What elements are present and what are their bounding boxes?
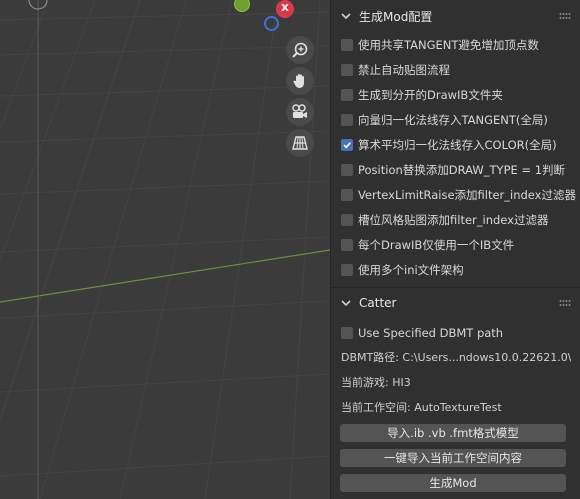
checkbox[interactable]: [341, 214, 353, 226]
grid-view-icon: [292, 136, 308, 150]
option-multi-ini[interactable]: 使用多个ini文件架构: [341, 260, 464, 280]
chevron-down-icon: [341, 13, 351, 20]
chevron-down-icon: [341, 300, 351, 307]
checkmark-icon: [343, 142, 351, 149]
option-normal-to-tangent[interactable]: 向量归一化法线存入TANGENT(全局): [341, 110, 548, 130]
hand-icon: [293, 74, 304, 88]
checkbox[interactable]: [341, 114, 353, 126]
option-normal-to-color[interactable]: 算术平均归一化法线存入COLOR(全局): [341, 135, 557, 155]
option-label: 槽位风格贴图添加filter_index过滤器: [358, 213, 549, 227]
checkbox[interactable]: [341, 239, 353, 251]
option-label: 算术平均归一化法线存入COLOR(全局): [358, 138, 557, 152]
option-label: 生成到分开的DrawIB文件夹: [358, 88, 503, 102]
perspective-toggle-button[interactable]: [286, 129, 314, 157]
option-label: 使用多个ini文件架构: [358, 263, 464, 277]
checkbox[interactable]: [341, 39, 353, 51]
panel-title: Catter: [359, 296, 397, 310]
zoom-icon: [292, 42, 308, 58]
panel-header-catter[interactable]: Catter: [331, 290, 580, 316]
checkbox[interactable]: [341, 164, 353, 176]
checkbox[interactable]: [341, 64, 353, 76]
y-axis-line: [0, 249, 331, 303]
option-separate-drawib-folder[interactable]: 生成到分开的DrawIB文件夹: [341, 85, 503, 105]
option-use-specified-dbmt-path[interactable]: Use Specified DBMT path: [341, 323, 503, 343]
option-label: VertexLimitRaise添加filter_index过滤器: [358, 188, 576, 202]
option-label: 每个DrawIB仅使用一个IB文件: [358, 238, 515, 252]
sidebar-panel: 生成Mod配置 使用共享TANGENT避免增加顶点数 禁止自动贴图流程 生成到分…: [330, 0, 580, 499]
option-slot-texture-filter[interactable]: 槽位风格贴图添加filter_index过滤器: [341, 210, 548, 230]
zoom-button[interactable]: [286, 36, 314, 64]
camera-icon: [292, 104, 307, 118]
option-position-draw-type[interactable]: Position替换添加DRAW_TYPE = 1判断: [341, 160, 565, 180]
option-disable-auto-texture[interactable]: 禁止自动贴图流程: [341, 60, 450, 80]
option-label: Position替换添加DRAW_TYPE = 1判断: [358, 163, 566, 177]
generate-mod-button[interactable]: 生成Mod: [340, 474, 566, 492]
import-model-button[interactable]: 导入.ib .vb .fmt格式模型: [340, 424, 566, 442]
current-game-text: 当前游戏: HI3: [341, 376, 411, 389]
option-single-ib-file[interactable]: 每个DrawIB仅使用一个IB文件: [341, 235, 514, 255]
camera-view-button[interactable]: [286, 98, 314, 126]
checkbox[interactable]: [341, 89, 353, 101]
panel-header-mod-config[interactable]: 生成Mod配置: [331, 3, 580, 29]
current-workspace-text: 当前工作空间: AutoTextureTest: [341, 401, 502, 414]
pan-button[interactable]: [286, 67, 314, 95]
option-label: Use Specified DBMT path: [358, 326, 504, 340]
gizmo-z-axis[interactable]: [264, 16, 279, 31]
option-label: 禁止自动贴图流程: [358, 63, 450, 77]
checkbox[interactable]: [341, 327, 353, 339]
checkbox[interactable]: [341, 189, 353, 201]
option-label: 使用共享TANGENT避免增加顶点数: [358, 38, 539, 52]
option-label: 向量归一化法线存入TANGENT(全局): [358, 113, 548, 127]
checkbox-checked[interactable]: [341, 139, 353, 151]
import-workspace-button[interactable]: 一键导入当前工作空间内容: [340, 449, 566, 467]
option-shared-tangent[interactable]: 使用共享TANGENT避免增加顶点数: [341, 35, 539, 55]
gizmo-x-label: X: [281, 3, 289, 14]
gizmo-x-axis[interactable]: X: [276, 0, 294, 18]
checkbox[interactable]: [341, 264, 353, 276]
drag-grip-icon[interactable]: [559, 12, 571, 20]
panel-title: 生成Mod配置: [359, 9, 433, 24]
drag-grip-icon[interactable]: [559, 299, 571, 307]
dbmt-path-text: DBMT路径: C:\Users...ndows10.0.22621.0\: [341, 351, 571, 364]
option-vertex-limit-filter[interactable]: VertexLimitRaise添加filter_index过滤器: [341, 185, 576, 205]
panel-divider: [331, 287, 580, 288]
